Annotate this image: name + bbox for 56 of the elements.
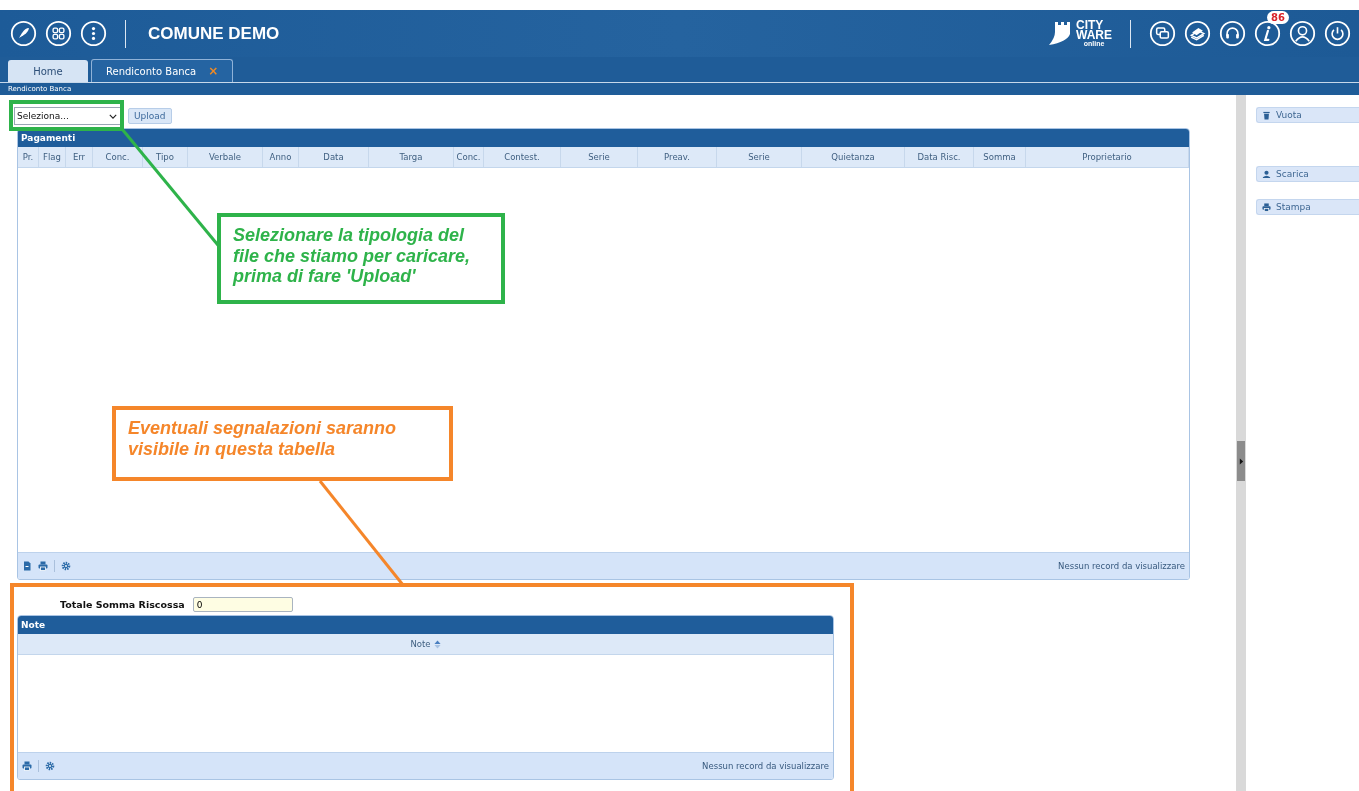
more-icon[interactable] [80,20,107,47]
column-header[interactable]: Anno [263,147,299,167]
power-icon[interactable] [1324,20,1351,47]
arrow-right-icon [1238,457,1244,465]
chevron-down-icon [109,113,117,119]
tab[interactable]: Home [8,60,88,82]
tab[interactable]: Rendiconto Banca × [91,59,234,82]
status-text: Nessun record da visualizzare [702,761,829,771]
column-header[interactable]: Preav. [638,147,717,167]
headset-icon[interactable] [1219,20,1246,47]
splitter-handle[interactable] [1237,441,1245,481]
column-header[interactable]: Serie [561,147,638,167]
column-header[interactable]: Flag [39,147,66,167]
panel-title: Pagamenti [18,129,1189,147]
column-header[interactable]: Targa [369,147,454,167]
column-header[interactable]: Conc. [93,147,143,167]
document-icon[interactable] [22,561,32,571]
print-icon [1262,202,1271,212]
column-header[interactable]: Verbale [188,147,263,167]
sort-icon [433,639,441,649]
print-icon[interactable] [38,561,48,571]
user-icon[interactable] [1289,20,1316,47]
upload-button[interactable]: Upload [128,108,172,124]
download-button[interactable]: Scarica [1256,166,1359,182]
print-button[interactable]: Stampa [1256,199,1359,215]
status-text: Nessun record da visualizzare [1058,561,1185,571]
empty-button[interactable]: Vuota [1256,107,1359,123]
windows-icon[interactable] [1149,20,1176,47]
column-header[interactable]: Contest. [484,147,561,167]
tower-icon [1047,20,1073,47]
info-icon[interactable] [1254,20,1281,47]
total-field[interactable]: 0 [192,597,293,612]
app-title: COMUNE DEMO [148,23,280,44]
settings-icon[interactable] [45,761,55,771]
column-header[interactable]: Quietanza [802,147,905,167]
total-label: Totale Somma Riscossa [60,599,185,610]
column-header[interactable]: Err [66,147,93,167]
apps-grid-icon[interactable] [45,20,72,47]
column-header[interactable]: Tipo [143,147,188,167]
callout-note: Selezionare la tipologia del file che stiamo per caricare, prima di fare 'Upload' [217,213,505,304]
column-header[interactable]: Somma [974,147,1026,167]
column-header[interactable]: Proprietario [1026,147,1189,167]
settings-icon[interactable] [61,561,71,571]
column-header[interactable]: Data [299,147,369,167]
column-header[interactable]: Serie [717,147,802,167]
print-icon[interactable] [22,761,32,771]
panel-title: Note [18,616,833,634]
column-header[interactable]: Pr. [18,147,39,167]
trash-icon [1262,110,1271,120]
callout-note: Eventuali segnalazioni saranno visibile in questa tabella [112,406,453,481]
person-icon [1262,169,1271,179]
column-header[interactable]: Conc. [454,147,484,167]
notification-badge: 86 [1267,11,1289,24]
file-type-select[interactable]: Seleziona... [14,107,122,125]
column-header[interactable]: Data Risc. [905,147,974,167]
column-header[interactable]: Note [410,634,441,654]
